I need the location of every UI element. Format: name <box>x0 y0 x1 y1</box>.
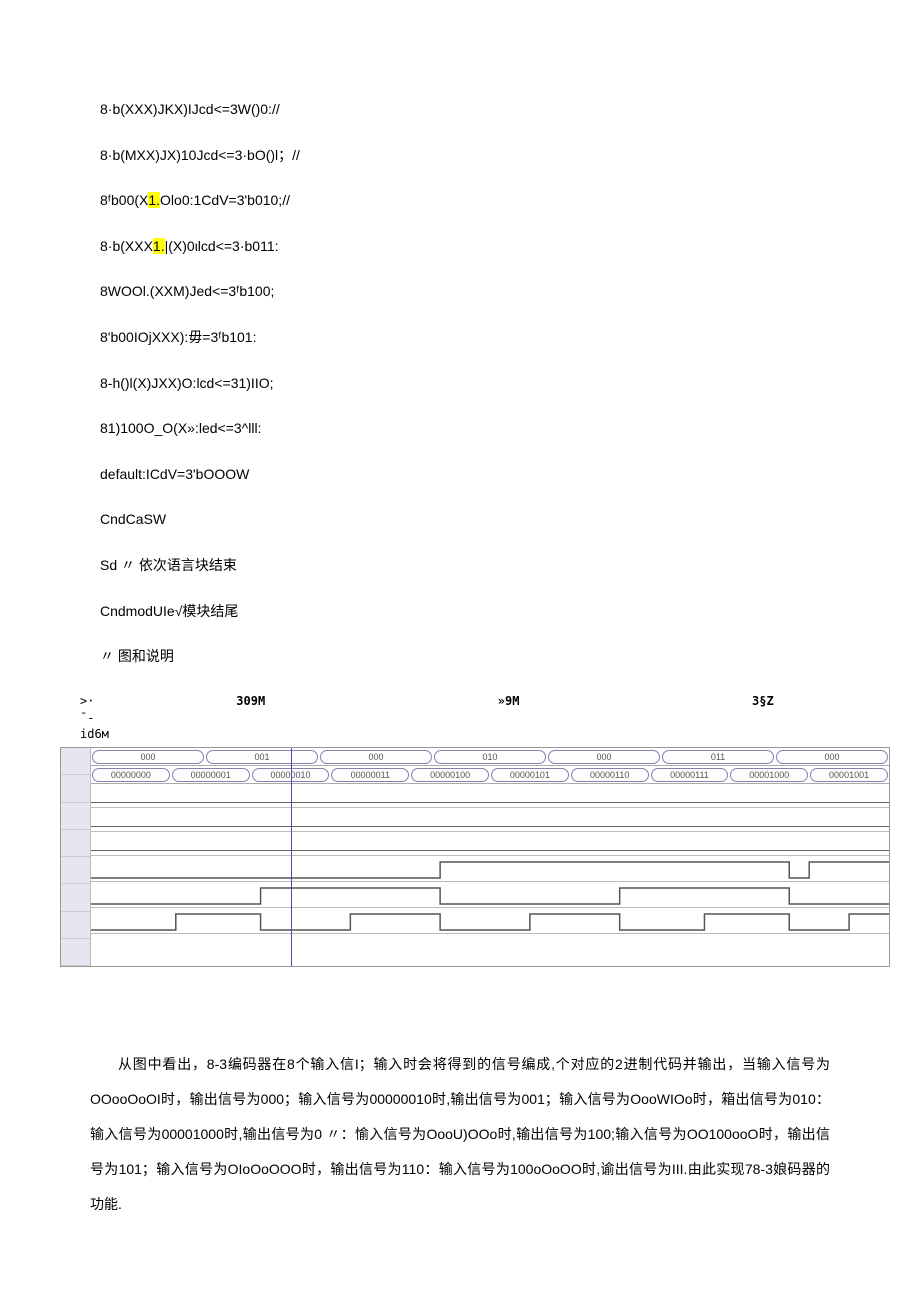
bus-value: 00001000 <box>730 768 808 782</box>
code-line: 81)100O_O(X»:led<=3^lll: <box>100 419 890 439</box>
highlight: 1. <box>153 238 165 254</box>
signal-lane <box>91 808 889 832</box>
signal-label-cell <box>61 748 90 775</box>
bus-value: 011 <box>662 750 774 764</box>
code-line: default:ICdV=3'bOOOW <box>100 465 890 485</box>
waveform-lanes: 000 001 000 010 000 011 000 00000000 000… <box>91 748 889 966</box>
code-text: Sd 〃 依次语言块结束 <box>100 557 237 573</box>
axis-label: »9M <box>498 693 520 743</box>
timing-diagram: >· ¯-id6м 309M »9M 3§Z 000 001 000 010 <box>60 693 890 967</box>
highlight: 1. <box>148 192 160 208</box>
bus-value: 00000111 <box>651 768 729 782</box>
bus-value: 000 <box>548 750 660 764</box>
timing-header: >· ¯-id6м 309M »9M 3§Z <box>60 693 890 743</box>
explanation-paragraph: 从图中看出，8-3编码器在8个输入信I；输入时会将得到的信号编成,个对应的2进制… <box>90 1047 830 1222</box>
waveform-icon <box>91 908 889 934</box>
bus-value: 00001001 <box>810 768 888 782</box>
signal-label-cell <box>61 803 90 830</box>
waveform-area: 000 001 000 010 000 011 000 00000000 000… <box>60 747 890 967</box>
bus-value: 000 <box>92 750 204 764</box>
code-text: 8-h()l(X)JXX)O:lcd<=31)IIO; <box>100 375 274 391</box>
code-text: 81)100O_O(X»:led<=3^lll: <box>100 420 261 436</box>
signal-label-cell <box>61 912 90 939</box>
bus-value: 00000100 <box>411 768 489 782</box>
code-text: 8WOOl.(XXM)Jed<=3ᶠb100; <box>100 283 274 299</box>
code-line: 8WOOl.(XXM)Jed<=3ᶠb100; <box>100 282 890 302</box>
bus-value: 001 <box>206 750 318 764</box>
signal-lane <box>91 908 889 934</box>
code-line: 8ᶠb00(X1.Olo0:1CdV=3'b010;// <box>100 191 890 211</box>
code-text: 〃 图和说明 <box>100 648 174 664</box>
code-line: 8·b(MXX)JX)10Jcd<=3·bO()l；// <box>100 146 890 166</box>
signal-label-cell <box>61 775 90 802</box>
bus-value: 000 <box>320 750 432 764</box>
time-cursor <box>291 748 292 966</box>
bus-value: 00000011 <box>331 768 409 782</box>
code-line: 8'b00IOjXXX):毋=3ᶠb101: <box>100 328 890 348</box>
waveform-icon <box>91 882 889 908</box>
code-text: 8·b(MXX)JX)10Jcd<=3·bO()l；// <box>100 147 300 163</box>
bus-row: 00000000 00000001 00000010 00000011 0000… <box>91 766 889 784</box>
bus-value: 00000001 <box>172 768 250 782</box>
signal-label-cell <box>61 857 90 884</box>
code-text: 8·b(XXX <box>100 238 153 254</box>
axis-label: 3§Z <box>752 693 774 743</box>
code-line: 〃 图和说明 <box>100 647 890 667</box>
code-line: CndmodUIe√模块结尾 <box>100 602 890 622</box>
bus-value: 000 <box>776 750 888 764</box>
waveform-icon <box>91 856 889 882</box>
code-line: 8·b(XXX1.|(X)0ιlcd<=3·b011: <box>100 237 890 257</box>
code-line: 8·b(XXX)JKX)IJcd<=3W()0:// <box>100 100 890 120</box>
signal-label-cell <box>61 830 90 857</box>
code-text: |(X)0ιlcd<=3·b011: <box>165 238 279 254</box>
signal-lane <box>91 882 889 908</box>
signal-lane <box>91 856 889 882</box>
bus-value: 00000110 <box>571 768 649 782</box>
bus-value: 010 <box>434 750 546 764</box>
signal-lane <box>91 832 889 856</box>
code-text: CndCaSW <box>100 511 166 527</box>
code-line: 8-h()l(X)JXX)O:lcd<=31)IIO; <box>100 374 890 394</box>
code-text: default:ICdV=3'bOOOW <box>100 466 249 482</box>
code-text: 8ᶠb00(X <box>100 192 148 208</box>
signal-labels-column <box>61 748 91 966</box>
code-text: CndmodUIe√模块结尾 <box>100 603 238 619</box>
signal-label-cell <box>61 939 90 966</box>
code-line: CndCaSW <box>100 510 890 530</box>
signal-lane <box>91 784 889 808</box>
code-text: 8·b(XXX)JKX)IJcd<=3W()0:// <box>100 101 280 117</box>
header-left-top: >· <box>80 693 120 710</box>
bus-value: 00000000 <box>92 768 170 782</box>
bus-value: 00000101 <box>491 768 569 782</box>
bus-row: 000 001 000 010 000 011 000 <box>91 748 889 766</box>
code-text: 8'b00IOjXXX):毋=3ᶠb101: <box>100 329 256 345</box>
axis-label: 309M <box>236 693 265 743</box>
signal-label-cell <box>61 884 90 911</box>
code-text: Olo0:1CdV=3'b010;// <box>160 192 290 208</box>
code-line: Sd 〃 依次语言块结束 <box>100 556 890 576</box>
code-block: 8·b(XXX)JKX)IJcd<=3W()0:// 8·b(MXX)JX)10… <box>100 100 890 667</box>
header-left-bottom: ¯-id6м <box>80 710 120 744</box>
